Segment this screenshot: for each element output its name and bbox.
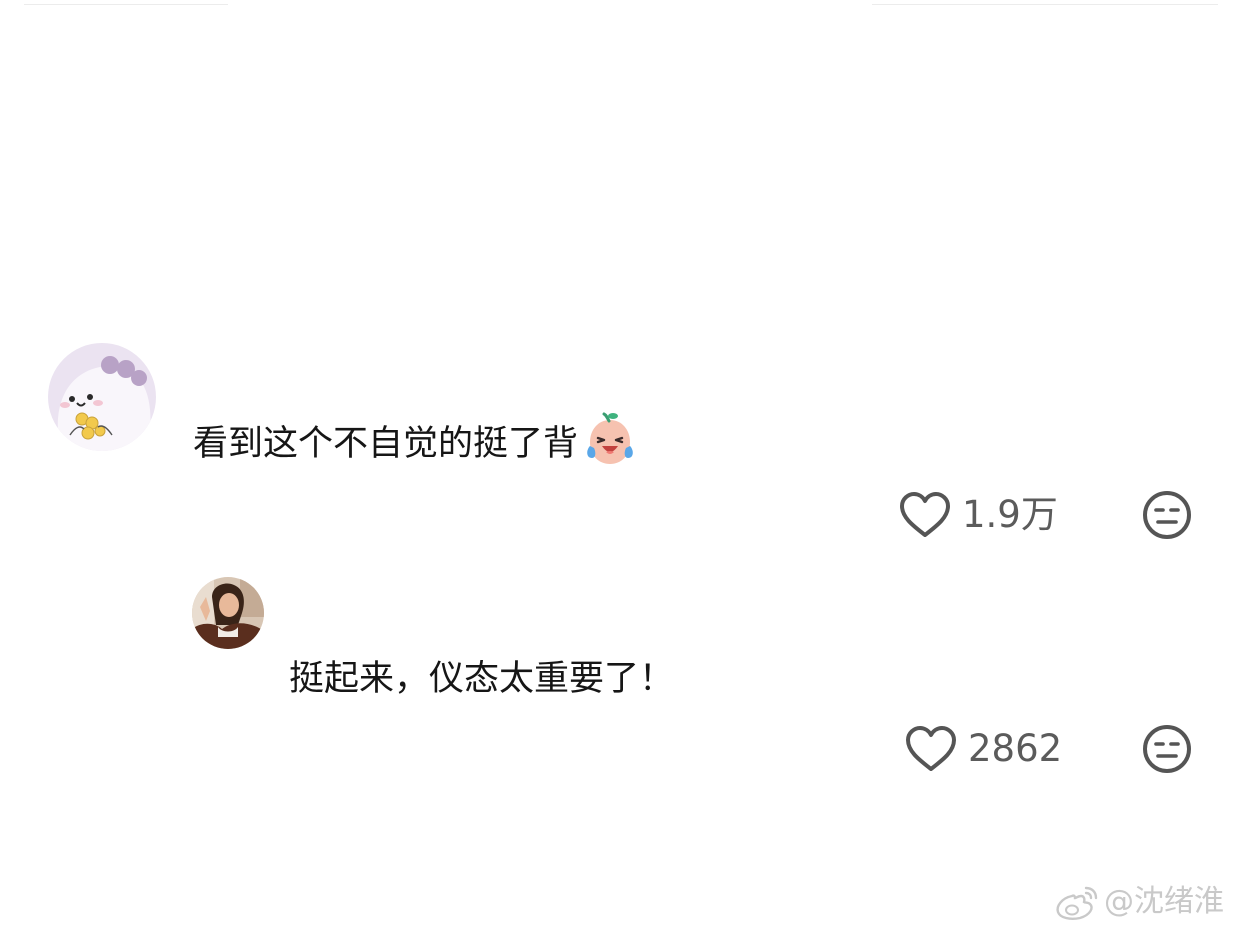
- top-divider-left: [24, 4, 228, 5]
- top-divider-right: [872, 4, 1218, 5]
- watermark: @沈绪淮: [1054, 880, 1224, 924]
- like-button[interactable]: 1.9万: [898, 490, 1058, 540]
- dislike-face-icon[interactable]: [1141, 723, 1193, 775]
- watermark-text: @沈绪淮: [1104, 884, 1224, 919]
- reply-text: 挺起来，仪态太重要了！: [289, 659, 675, 699]
- avatar[interactable]: [48, 343, 156, 451]
- like-count: 2862: [968, 727, 1063, 770]
- weibo-logo-icon: [1054, 882, 1100, 922]
- dislike-face-icon[interactable]: [1141, 489, 1193, 541]
- heart-icon: [898, 490, 952, 540]
- comment-body: 看到这个不自觉的挺了背: [193, 424, 579, 464]
- like-button[interactable]: 2862: [904, 724, 1062, 774]
- heart-icon: [904, 724, 958, 774]
- laughing-with-tears-emoji-icon: [582, 412, 638, 468]
- comment-text: 看到这个不自觉的挺了背: [193, 412, 638, 468]
- like-count: 1.9万: [962, 493, 1058, 536]
- avatar[interactable]: [192, 577, 264, 649]
